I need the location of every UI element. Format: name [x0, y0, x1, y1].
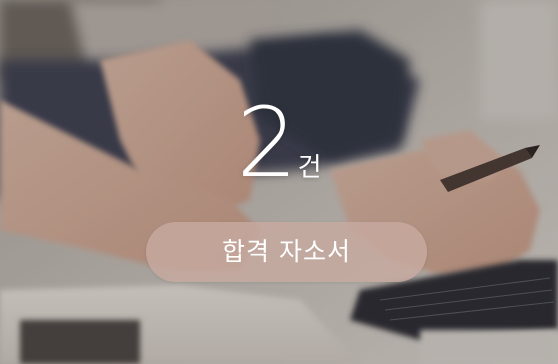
- count-unit: 건: [297, 153, 322, 183]
- count-display: 2건: [0, 88, 558, 198]
- passed-essays-card[interactable]: 2건 합격 자소서: [0, 0, 558, 364]
- passed-essays-button[interactable]: 합격 자소서: [146, 222, 427, 282]
- count-number: 2: [236, 87, 298, 199]
